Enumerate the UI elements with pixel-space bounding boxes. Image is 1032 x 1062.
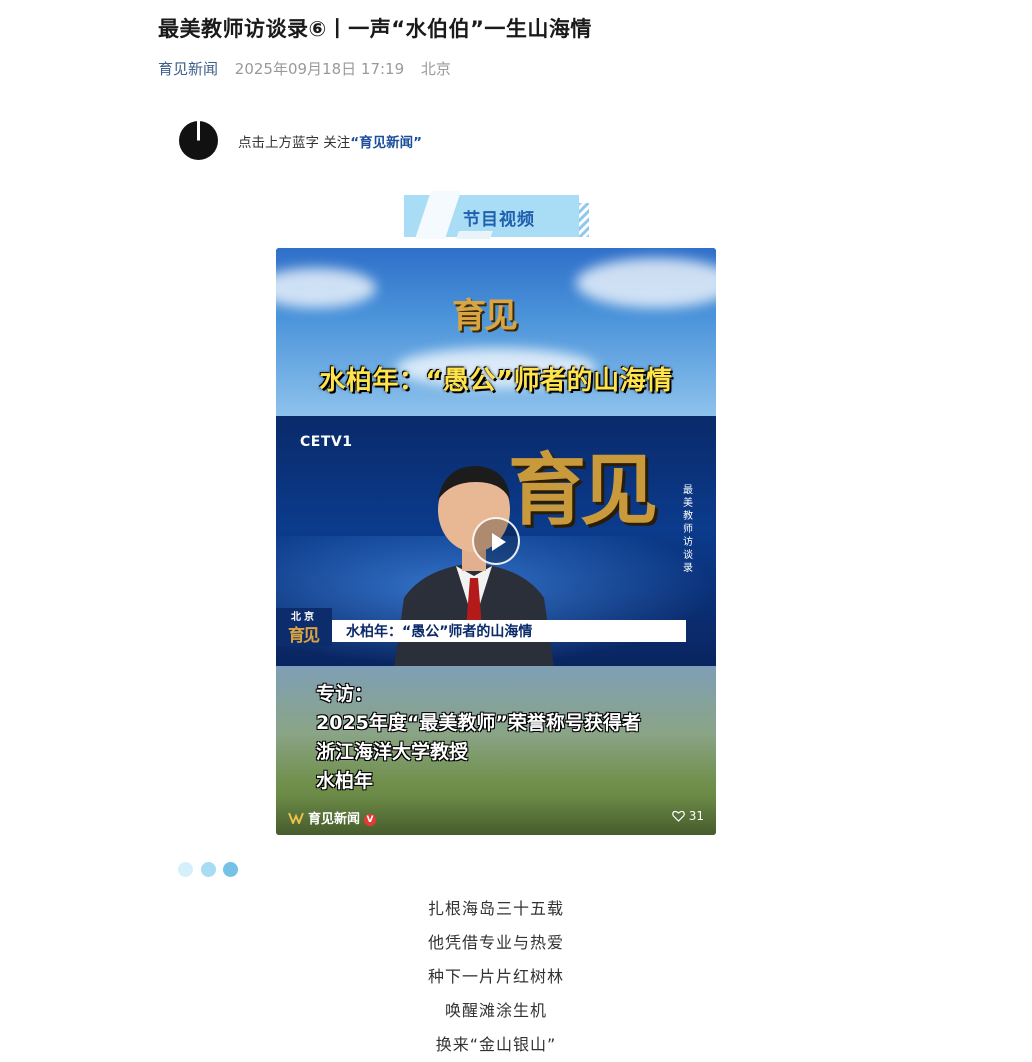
lower-third-text: 水柏年：“愚公”师者的山海情 <box>346 624 533 640</box>
publish-date: 2025年09月18日 17:19 <box>234 60 405 78</box>
interview-line: 专访： <box>316 683 374 705</box>
poem-line: 换来“金山银山” <box>435 1035 557 1054</box>
lower-third-bar: 水柏年：“愚公”师者的山海情 <box>332 620 686 642</box>
channel-logo-icon <box>288 812 304 824</box>
vertical-caption: 最美教师访谈录 <box>683 485 693 574</box>
channel-logo: CETV1 <box>300 434 353 450</box>
video-channel[interactable]: 育见新闻 V <box>288 808 377 827</box>
play-button-icon[interactable] <box>472 517 520 565</box>
lower-third-tag: 北京 育见 <box>276 608 332 646</box>
poem-line: 他凭借专业与热爱 <box>427 933 564 952</box>
poem-line: 唤醒滩涂生机 <box>444 1001 547 1020</box>
program-logo: 育见 <box>452 296 518 336</box>
poem-line: 种下一片片红树林 <box>427 967 564 986</box>
article-meta: 育见新闻 2025年09月18日 17:19 北京 <box>158 58 451 80</box>
decorative-dots <box>178 862 242 878</box>
verified-badge-icon: V <box>364 814 377 826</box>
video-channel-name: 育见新闻 <box>308 812 361 827</box>
account-name-link[interactable]: 育见新闻 <box>158 60 218 78</box>
follow-account-link[interactable]: “育见新闻” <box>350 135 422 151</box>
section-label: 节目视频 <box>463 210 535 230</box>
dot-light <box>178 862 193 877</box>
video-player[interactable]: 育见 水柏年：“愚公”师者的山海情 CETV1 育见 最美教师访谈录 北京 育见… <box>276 248 716 835</box>
lower-third-logo: 育见 <box>288 626 320 646</box>
section-banner: 节目视频 <box>403 191 590 239</box>
poem-line: 扎根海岛三十五载 <box>427 899 564 918</box>
like-count: 31 <box>688 809 704 823</box>
power-icon <box>179 120 218 160</box>
dot-dark <box>223 862 238 877</box>
dot-mid <box>201 862 216 877</box>
interview-line: 浙江海洋大学教授 <box>316 741 469 763</box>
follow-prompt: 点击上方蓝字 关注“育见新闻” <box>238 131 422 151</box>
article-poem: 扎根海岛三十五载 他凭借专业与热爱 种下一片片红树林 唤醒滩涂生机 换来“金山银… <box>0 892 992 1062</box>
interview-line: 水柏年 <box>316 770 374 792</box>
article-title: 最美教师访谈录⑥丨一声“水伯伯”一生山海情 <box>158 17 592 41</box>
interview-caption: 专访： 2025年度“最美教师”荣誉称号获得者 浙江海洋大学教授 水柏年 <box>316 680 641 796</box>
interview-line: 2025年度“最美教师”荣誉称号获得者 <box>316 712 641 734</box>
publish-location: 北京 <box>420 60 451 78</box>
follow-prompt-text: 点击上方蓝字 关注 <box>238 135 351 151</box>
video-headline: 水柏年：“愚公”师者的山海情 <box>319 366 673 396</box>
like-button[interactable]: 31 <box>671 809 704 823</box>
heart-icon <box>671 810 685 822</box>
